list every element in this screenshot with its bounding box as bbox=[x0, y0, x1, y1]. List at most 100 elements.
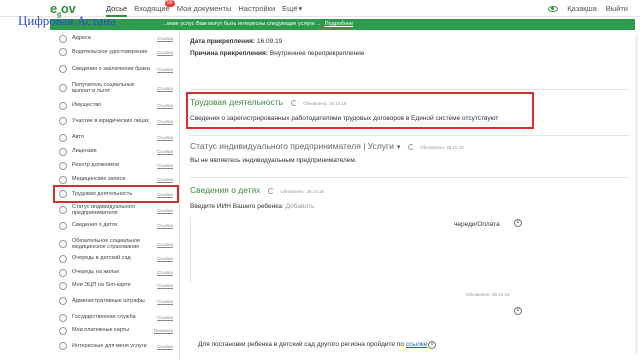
sidebar-item-link[interactable]: Ссылка bbox=[157, 223, 173, 228]
children-updated: Обновлено: 28.10.19 bbox=[280, 189, 324, 194]
sidebar-item-insurance[interactable]: Обязательное социальное медицинское стра… bbox=[55, 234, 177, 254]
sidebar-item-addresses[interactable]: Адреса Ссылка bbox=[55, 34, 177, 43]
nav-my-documents[interactable]: Мои документы bbox=[177, 4, 232, 17]
chevron-down-icon: ▾ bbox=[298, 4, 303, 13]
eye-icon[interactable] bbox=[548, 5, 559, 12]
top-right-controls: Қазақша Выйти bbox=[548, 4, 628, 13]
sidebar-item-link[interactable]: Ссылка bbox=[157, 315, 173, 320]
sidebar-item-label: Мои ЭЦП на Sim-карте bbox=[72, 282, 131, 289]
sidebar-item-label: Интересные для меня услуги bbox=[72, 342, 147, 349]
rings-icon bbox=[59, 65, 67, 73]
sidebar-item-label: Статус индивидуального предпринимателя bbox=[72, 203, 136, 217]
children-iin-row: Введите ИИН Вашего ребенка: Добавить bbox=[190, 203, 314, 210]
sidebar-item-label: Лицензии bbox=[72, 148, 97, 155]
sidebar-item-payment-cards[interactable]: Мои платежные карты Показать bbox=[55, 326, 177, 335]
logout-link[interactable]: Выйти bbox=[606, 4, 628, 13]
sidebar-item-labor[interactable]: Трудовая деятельность Ссылка bbox=[55, 189, 177, 199]
sidebar-item-medical[interactable]: Медицинские записи Ссылка bbox=[55, 175, 177, 184]
sidebar-item-link[interactable]: Ссылка bbox=[157, 299, 173, 304]
sidebar-item-link[interactable]: Ссылка bbox=[157, 208, 173, 213]
close-icon[interactable]: × bbox=[514, 307, 522, 315]
sidebar-item-label: Сведения о детях bbox=[72, 222, 118, 229]
child-icon bbox=[59, 221, 67, 230]
briefcase-icon bbox=[59, 190, 67, 198]
refresh-icon[interactable] bbox=[268, 188, 275, 195]
sidebar-item-civil-service[interactable]: Государственная служба Ссылка bbox=[55, 313, 177, 322]
sidebar-item-show-link[interactable]: Показать bbox=[154, 328, 173, 333]
sidebar-item-link[interactable]: Ссылка bbox=[157, 177, 173, 182]
sidebar-item-link[interactable]: Ссылка bbox=[157, 283, 173, 288]
nav-settings[interactable]: Настройки bbox=[238, 4, 275, 17]
queue-updated: Обновлено: 28.10.19 bbox=[462, 291, 510, 298]
sidebar-item-link[interactable]: Ссылка bbox=[157, 135, 173, 140]
sidebar-item-ip-status[interactable]: Статус индивидуального предпринимателя Сс… bbox=[55, 203, 177, 217]
sidebar-item-kindergarten-queue[interactable]: Очередь в детский сад Ссылка bbox=[55, 254, 177, 263]
attach-date-row: Дата прикрепления: 16.09.19 bbox=[190, 38, 282, 45]
sidebar-item-label: Сведения о заключении брака bbox=[72, 65, 150, 72]
insurance-icon bbox=[59, 240, 67, 248]
company-icon bbox=[59, 117, 67, 125]
sidebar-item-property[interactable]: Имущество Ссылка bbox=[55, 101, 177, 110]
sidebar-item-link[interactable]: Ссылка bbox=[157, 192, 173, 197]
nav-inbox[interactable]: Входящие bbox=[134, 4, 170, 17]
sidebar-item-auto[interactable]: Авто Ссылка bbox=[55, 133, 177, 142]
inbox-count-badge: 99 bbox=[165, 0, 175, 7]
notice-more-link[interactable]: Подробнее bbox=[325, 21, 354, 27]
sidebar-item-label: Очередь в детский сад bbox=[72, 255, 131, 262]
sidebar-item-label: Обязательное социальное медицинское стра… bbox=[72, 237, 141, 251]
sidebar-item-link[interactable]: Ссылка bbox=[157, 103, 173, 108]
nav-more[interactable]: Ещё▾ bbox=[282, 4, 302, 17]
chevron-down-icon[interactable]: ▾ bbox=[397, 144, 401, 151]
attach-reason-row: Причина прикрепления: Внутреннее перепри… bbox=[190, 50, 364, 57]
sidebar-item-link[interactable]: Ссылка bbox=[157, 119, 173, 124]
iin-add-link[interactable]: Добавить bbox=[286, 203, 315, 210]
sidebar-item-label: Очередь на жилье bbox=[72, 269, 120, 276]
sidebar-item-link[interactable]: Ссылка bbox=[157, 149, 173, 154]
labor-highlight-box bbox=[186, 92, 534, 129]
sidebar-item-social-payments[interactable]: Получатель социальных выплат и льгот Ссыл… bbox=[55, 81, 177, 95]
sidebar: Адреса Ссылка Водительское удостоверение С… bbox=[53, 31, 180, 360]
notice-text: ...ание услуг. Вам могут быть интересны … bbox=[162, 21, 321, 27]
sidebar-item-marriage[interactable]: Сведения о заключении брака Ссылка bbox=[55, 62, 177, 76]
kindergarten-row: Для постановки ребенка в детский сад дру… bbox=[198, 341, 427, 348]
property-icon bbox=[59, 101, 67, 110]
nav-more-label: Ещё bbox=[282, 4, 298, 13]
sidebar-item-licenses[interactable]: Лицензии Ссылка bbox=[55, 147, 177, 156]
language-switch[interactable]: Қазақша bbox=[567, 4, 597, 13]
attach-date-label: Дата прикрепления: bbox=[190, 38, 256, 45]
ip-title[interactable]: Статус индивидуального предпринимателя |… bbox=[190, 141, 394, 151]
sidebar-item-legal-entities[interactable]: Участие в юридических лицах Ссылка bbox=[55, 114, 177, 128]
sidebar-item-debtors[interactable]: Реестр должников Ссылка bbox=[55, 161, 177, 170]
sidebar-item-link[interactable]: Ссылка bbox=[157, 67, 173, 72]
close-icon[interactable]: × bbox=[428, 341, 436, 349]
ip-text: Вы не являетесь индивидуальным предприни… bbox=[190, 157, 357, 164]
refresh-icon[interactable] bbox=[408, 144, 415, 151]
sidebar-item-sim-signature[interactable]: Мои ЭЦП на Sim-карте Ссылка bbox=[55, 281, 177, 290]
sidebar-item-link[interactable]: Ссылка bbox=[157, 344, 173, 349]
sidebar-item-link[interactable]: Ссылка bbox=[157, 242, 173, 247]
sidebar-item-driver-license[interactable]: Водительское удостоверение Ссылка bbox=[55, 45, 177, 59]
attach-reason-label: Причина прикрепления: bbox=[190, 50, 268, 57]
sidebar-item-link[interactable]: Ссылка bbox=[157, 270, 173, 275]
attach-reason-value: Внутреннее переприкрепление bbox=[269, 50, 365, 57]
sidebar-item-children[interactable]: Сведения о детях Ссылка bbox=[55, 221, 177, 230]
medical-icon bbox=[59, 175, 67, 184]
children-section-header: Сведения о детях Обновлено: 28.10.19 bbox=[190, 185, 324, 195]
scrollbar[interactable] bbox=[635, 35, 638, 355]
sidebar-item-label: Участие в юридических лицах bbox=[72, 117, 150, 124]
sidebar-item-interesting-services[interactable]: Интересные для меня услуги Ссылка bbox=[55, 339, 177, 353]
children-title: Сведения о детях bbox=[190, 185, 261, 195]
sidebar-item-link[interactable]: Ссылка bbox=[157, 36, 173, 41]
kindergarten-link[interactable]: ссылке bbox=[406, 341, 428, 348]
entrepreneur-icon bbox=[59, 206, 67, 214]
sidebar-item-link[interactable]: Ссылка bbox=[157, 163, 173, 168]
sidebar-item-link[interactable]: Ссылка bbox=[157, 86, 173, 91]
sidebar-item-fines[interactable]: Административные штрафы Ссылка bbox=[55, 294, 177, 308]
sidebar-item-link[interactable]: Ссылка bbox=[157, 50, 173, 55]
sidebar-item-housing-queue[interactable]: Очередь на жилье Ссылка bbox=[55, 268, 177, 277]
close-icon[interactable]: × bbox=[514, 219, 522, 227]
sidebar-item-link[interactable]: Ссылка bbox=[157, 256, 173, 261]
main-content: Дата прикрепления: 16.09.19 Причина прик… bbox=[182, 31, 640, 360]
divider bbox=[190, 89, 630, 90]
payments-icon bbox=[59, 84, 67, 92]
